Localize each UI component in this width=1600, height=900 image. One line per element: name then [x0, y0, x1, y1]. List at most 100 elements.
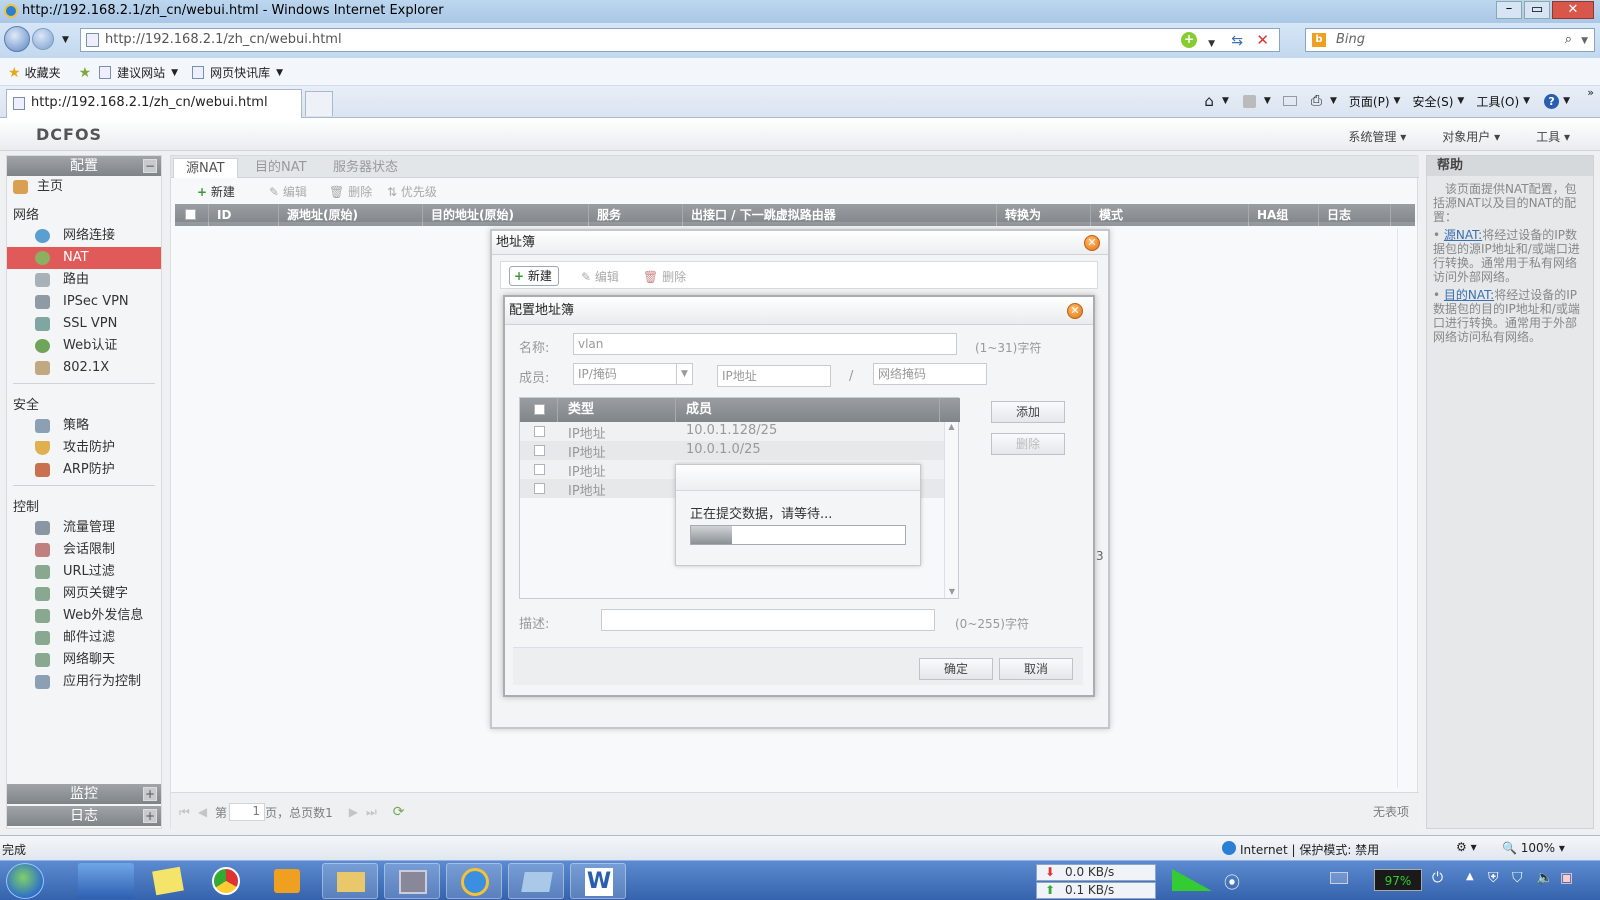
help-link-snat[interactable]: 源NAT: — [1444, 228, 1482, 242]
ok-button[interactable]: 确定 — [919, 658, 993, 680]
description-input[interactable] — [601, 609, 935, 631]
home-dropdown-icon[interactable]: ▼ — [1222, 96, 1229, 106]
sidebar-item-web-keyword[interactable]: 网页关键字 — [7, 583, 161, 605]
row-checkbox[interactable] — [534, 445, 545, 456]
page-dropdown-icon[interactable]: ▼ — [1394, 96, 1401, 106]
back-button[interactable] — [4, 26, 30, 52]
compat-icon[interactable]: + — [1181, 32, 1197, 48]
sidebar-item-8021x[interactable]: 802.1X — [7, 357, 161, 379]
defender-icon[interactable]: ⛉ — [1512, 870, 1523, 886]
col-member[interactable]: 成员 — [676, 398, 940, 422]
close-icon[interactable]: ✕ — [1067, 303, 1083, 319]
netmask-input[interactable]: 网络掩码 — [873, 363, 987, 385]
web-slice-link[interactable]: 网页快讯库 — [210, 64, 270, 81]
start-button[interactable] — [6, 863, 44, 899]
member-table-scrollbar[interactable]: ▲ ▼ — [944, 422, 958, 598]
object-user-menu[interactable]: 对象用户 ▾ — [1442, 128, 1500, 145]
safety-menu[interactable]: 安全(S) — [1412, 93, 1453, 110]
network-tray-icon[interactable]: ▣ — [1560, 870, 1573, 886]
minimize-button[interactable]: – — [1496, 1, 1522, 19]
home-icon[interactable]: ⌂ — [1204, 92, 1214, 110]
table-row[interactable]: IP地址 10.0.1.0/25 — [520, 441, 944, 461]
edit-button[interactable]: ✎ 编辑 — [269, 183, 307, 200]
maximize-button[interactable]: ▭ — [1524, 1, 1550, 19]
name-input[interactable]: vlan — [573, 333, 957, 355]
taskbar-remote-desktop-icon[interactable] — [78, 863, 134, 899]
ab-edit-button[interactable]: ✎ 编辑 — [581, 268, 619, 285]
tab-server-status[interactable]: 服务器状态 — [321, 158, 410, 178]
taskbar-chrome-icon[interactable] — [200, 863, 256, 899]
stop-icon[interactable]: ✕ — [1256, 29, 1269, 51]
history-dropdown-icon[interactable]: ▼ — [62, 35, 69, 45]
tools-dropdown-icon[interactable]: ▼ — [1523, 96, 1530, 106]
cancel-button[interactable]: 取消 — [999, 658, 1073, 680]
new-tab-button[interactable] — [305, 91, 333, 116]
expand-icon[interactable]: + — [143, 787, 157, 801]
add-member-button[interactable]: 添加 — [991, 401, 1065, 423]
ab-new-button[interactable]: + 新建 — [509, 266, 559, 286]
sidebar-item-web-outbound[interactable]: Web外发信息 — [7, 605, 161, 627]
sidebar-item-attack-defense[interactable]: 攻击防护 — [7, 437, 161, 459]
sidebar-item-web-auth[interactable]: Web认证 — [7, 335, 161, 357]
delete-button[interactable]: 🗑 删除 — [329, 183, 372, 200]
taskbar-outlook-icon[interactable] — [260, 863, 316, 899]
sidebar-item-routing[interactable]: 路由 — [7, 269, 161, 291]
table-row[interactable]: IP地址 10.0.1.128/25 — [520, 422, 944, 442]
print-icon[interactable]: ⎙ — [1311, 93, 1322, 109]
row-checkbox[interactable] — [534, 483, 545, 494]
monitor-panel-header[interactable]: 监控 + — [7, 784, 161, 804]
search-dropdown-icon[interactable]: ▼ — [1581, 30, 1588, 52]
ab-delete-button[interactable]: 🗑 删除 — [643, 268, 686, 285]
browser-tab[interactable]: http://192.168.2.1/zh_cn/webui.html — [6, 89, 302, 118]
system-admin-menu[interactable]: 系统管理 ▾ — [1348, 128, 1406, 145]
priority-button[interactable]: ⇅ 优先级 — [387, 183, 437, 200]
keyboard-icon[interactable] — [1330, 872, 1348, 884]
sidebar-item-ipsec-vpn[interactable]: IPSec VPN — [7, 291, 161, 313]
taskbar-word-icon[interactable]: W — [570, 863, 626, 899]
sidebar-item-home[interactable]: 主页 — [7, 176, 161, 198]
new-button[interactable]: + 新建 — [197, 183, 235, 200]
ip-address-input[interactable]: IP地址 — [717, 365, 831, 387]
col-type[interactable]: 类型 — [558, 398, 676, 422]
antenna-icon[interactable]: ⦿ — [1224, 869, 1240, 893]
sidebar-item-session-limit[interactable]: 会话限制 — [7, 539, 161, 561]
taskbar-sticky-notes-icon[interactable] — [140, 863, 196, 899]
sidebar-item-arp-defense[interactable]: ARP防护 — [7, 459, 161, 481]
web-slice-dropdown-icon[interactable]: ▼ — [276, 68, 283, 78]
protected-mode-icon[interactable]: ⚙ ▾ — [1456, 840, 1477, 854]
sidebar-item-ssl-vpn[interactable]: SSL VPN — [7, 313, 161, 335]
sidebar-item-app-control[interactable]: 应用行为控制 — [7, 671, 161, 693]
mail-icon[interactable] — [1282, 96, 1297, 106]
feeds-icon[interactable] — [1242, 94, 1256, 108]
print-dropdown-icon[interactable]: ▼ — [1330, 96, 1337, 106]
tray-expand-icon[interactable]: ▲ — [1466, 871, 1474, 882]
suggested-sites-dropdown-icon[interactable]: ▼ — [171, 68, 178, 78]
sidebar-item-nat[interactable]: NAT — [7, 247, 161, 269]
search-field[interactable]: b Bing ⌕ ▼ — [1305, 28, 1595, 52]
sidebar-item-network-connection[interactable]: 网络连接 — [7, 225, 161, 247]
battery-indicator[interactable]: 97% — [1374, 869, 1422, 891]
security-zone[interactable]: Internet | 保护模式: 禁用 — [1240, 841, 1379, 858]
refresh-icon[interactable]: ⇆ — [1231, 30, 1243, 52]
sidebar-item-policy[interactable]: 策略 — [7, 415, 161, 437]
row-checkbox[interactable] — [534, 464, 545, 475]
security-shield-icon[interactable]: ⛨ — [1488, 870, 1499, 886]
taskbar-app-icon[interactable] — [508, 863, 564, 899]
favorites-button[interactable]: 收藏夹 — [25, 64, 61, 81]
member-type-select[interactable]: IP/掩码 ▼ — [573, 363, 693, 385]
add-favorite-icon[interactable]: ★ — [79, 65, 92, 81]
tab-source-nat[interactable]: 源NAT — [173, 158, 238, 178]
address-dropdown-icon[interactable]: ▼ — [1208, 33, 1215, 55]
wifi-signal-icon[interactable] — [1172, 869, 1212, 891]
suggested-sites-link[interactable]: 建议网站 — [117, 64, 165, 81]
help-link-dnat[interactable]: 目的NAT: — [1444, 288, 1494, 302]
forward-button[interactable] — [32, 28, 54, 50]
sidebar-item-im[interactable]: 网络聊天 — [7, 649, 161, 671]
tools-menu[interactable]: 工具(O) — [1476, 93, 1519, 110]
feeds-dropdown-icon[interactable]: ▼ — [1264, 96, 1271, 106]
remove-member-button[interactable]: 删除 — [991, 433, 1065, 455]
sidebar-item-traffic[interactable]: 流量管理 — [7, 517, 161, 539]
tab-dest-nat[interactable]: 目的NAT — [243, 158, 319, 178]
expand-icon[interactable]: + — [143, 809, 157, 823]
row-checkbox[interactable] — [534, 426, 545, 437]
